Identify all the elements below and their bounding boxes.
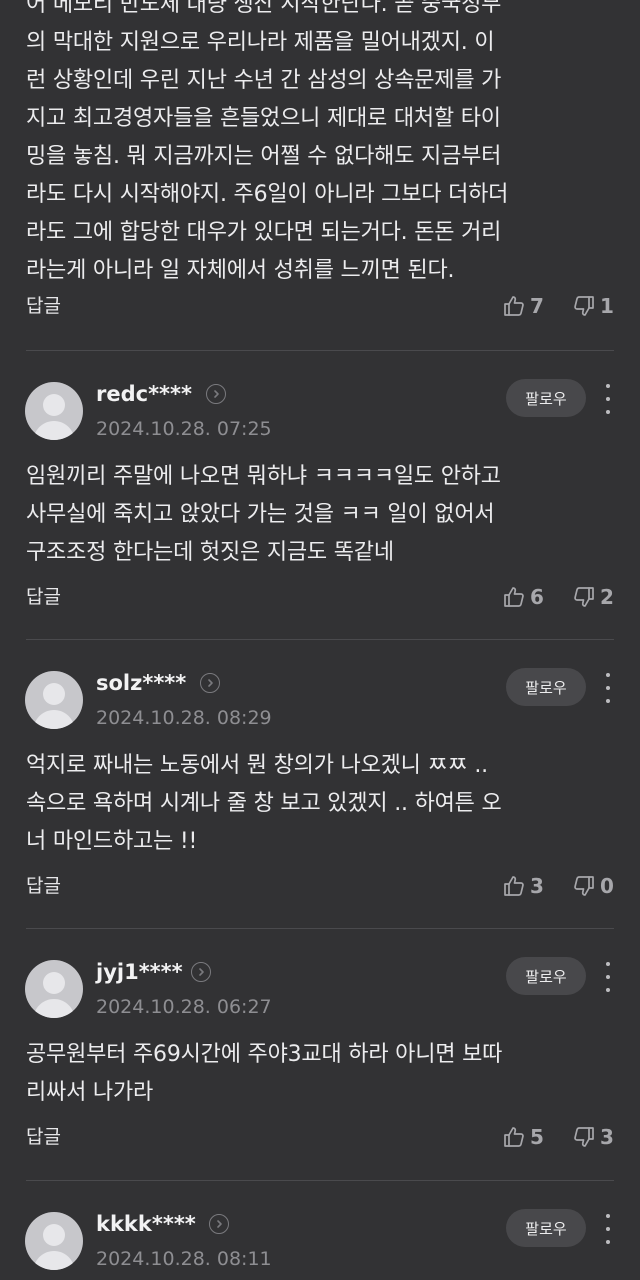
like-count: 7	[530, 294, 544, 318]
username[interactable]: kkkk****	[96, 1210, 196, 1238]
thumbs-up-icon	[504, 296, 524, 316]
comment-date: 2024.10.28. 08:29	[96, 707, 272, 729]
like-count: 3	[530, 874, 544, 898]
comment-date: 2024.10.28. 07:25	[96, 418, 272, 440]
comment-text: 임원끼리 주말에 나오면 뭐하냐 ㅋㅋㅋㅋ일도 안하고 사무실에 죽치고 앉았다…	[26, 464, 501, 565]
avatar[interactable]	[25, 960, 83, 1018]
dislike-count: 3	[600, 1125, 614, 1149]
reply-button[interactable]: 답글	[26, 582, 61, 612]
chevron-right-circle-icon[interactable]	[191, 962, 211, 982]
reply-button[interactable]: 답글	[26, 871, 61, 901]
comment-text: 어 메모리 반도체 대량 생산 시작한단다. 곧 중국정부 의 막대한 지원으로…	[26, 0, 509, 283]
thumbs-up-icon	[504, 587, 524, 607]
like-button[interactable]: 3	[502, 871, 544, 901]
like-button[interactable]: 7	[502, 291, 544, 321]
default-avatar-icon	[33, 394, 75, 440]
comment-actions: 답글 6 2	[0, 582, 640, 612]
dislike-count: 0	[600, 874, 614, 898]
dislike-count: 1	[600, 294, 614, 318]
thumbs-down-icon	[574, 1127, 594, 1147]
comment-item: redc**** 2024.10.28. 07:25 팔로우 임원끼리 주말에 …	[0, 350, 640, 640]
default-avatar-icon	[33, 1224, 75, 1270]
comment-top-partial: 어 메모리 반도체 대량 생산 시작한단다. 곧 중국정부 의 막대한 지원으로…	[0, 0, 640, 350]
thumbs-up-icon	[504, 1127, 524, 1147]
comment-text: 억지로 짜내는 노동에서 뭔 창의가 나오겠니 ㅉㅉ .. 속으로 욕하며 시계…	[26, 753, 502, 854]
default-avatar-icon	[33, 972, 75, 1018]
avatar[interactable]	[25, 382, 83, 440]
like-button[interactable]: 5	[502, 1122, 544, 1152]
thumbs-down-icon	[574, 587, 594, 607]
more-vertical-icon[interactable]	[598, 673, 618, 703]
follow-button[interactable]: 팔로우	[506, 957, 586, 995]
username[interactable]: redc****	[96, 380, 192, 408]
more-vertical-icon[interactable]	[598, 962, 618, 992]
comment-text: 공무원부터 주69시간에 주야3교대 하라 아니면 보따 리싸서 나가라	[26, 1042, 503, 1105]
chevron-right-circle-icon[interactable]	[206, 384, 226, 404]
default-avatar-icon	[33, 683, 75, 729]
like-count: 5	[530, 1125, 544, 1149]
comment-item: kkkk**** 2024.10.28. 08:11 팔로우	[0, 1180, 640, 1280]
comment-date: 2024.10.28. 06:27	[96, 996, 272, 1018]
thumbs-down-icon	[574, 876, 594, 896]
comment-actions: 답글 5 3	[0, 1122, 640, 1152]
avatar[interactable]	[25, 671, 83, 729]
comment-actions: 답글 3 0	[0, 871, 640, 901]
dislike-button[interactable]: 3	[572, 1122, 614, 1152]
like-button[interactable]: 6	[502, 582, 544, 612]
comment-date: 2024.10.28. 08:11	[96, 1248, 272, 1270]
avatar[interactable]	[25, 1212, 83, 1270]
more-vertical-icon[interactable]	[598, 384, 618, 414]
like-count: 6	[530, 585, 544, 609]
dislike-count: 2	[600, 585, 614, 609]
username[interactable]: solz****	[96, 669, 186, 697]
comment-actions: 답글 7 1	[0, 291, 640, 321]
thumbs-up-icon	[504, 876, 524, 896]
username[interactable]: jyj1****	[96, 958, 183, 986]
chevron-right-circle-icon[interactable]	[200, 673, 220, 693]
reply-button[interactable]: 답글	[26, 291, 61, 321]
dislike-button[interactable]: 0	[572, 871, 614, 901]
comment-item: jyj1**** 2024.10.28. 06:27 팔로우 공무원부터 주69…	[0, 928, 640, 1180]
follow-button[interactable]: 팔로우	[506, 668, 586, 706]
dislike-button[interactable]: 1	[572, 291, 614, 321]
dislike-button[interactable]: 2	[572, 582, 614, 612]
chevron-right-circle-icon[interactable]	[209, 1214, 229, 1234]
follow-button[interactable]: 팔로우	[506, 379, 586, 417]
comment-item: solz**** 2024.10.28. 08:29 팔로우 억지로 짜내는 노…	[0, 639, 640, 929]
more-vertical-icon[interactable]	[598, 1214, 618, 1244]
thumbs-down-icon	[574, 296, 594, 316]
follow-button[interactable]: 팔로우	[506, 1209, 586, 1247]
reply-button[interactable]: 답글	[26, 1122, 61, 1152]
